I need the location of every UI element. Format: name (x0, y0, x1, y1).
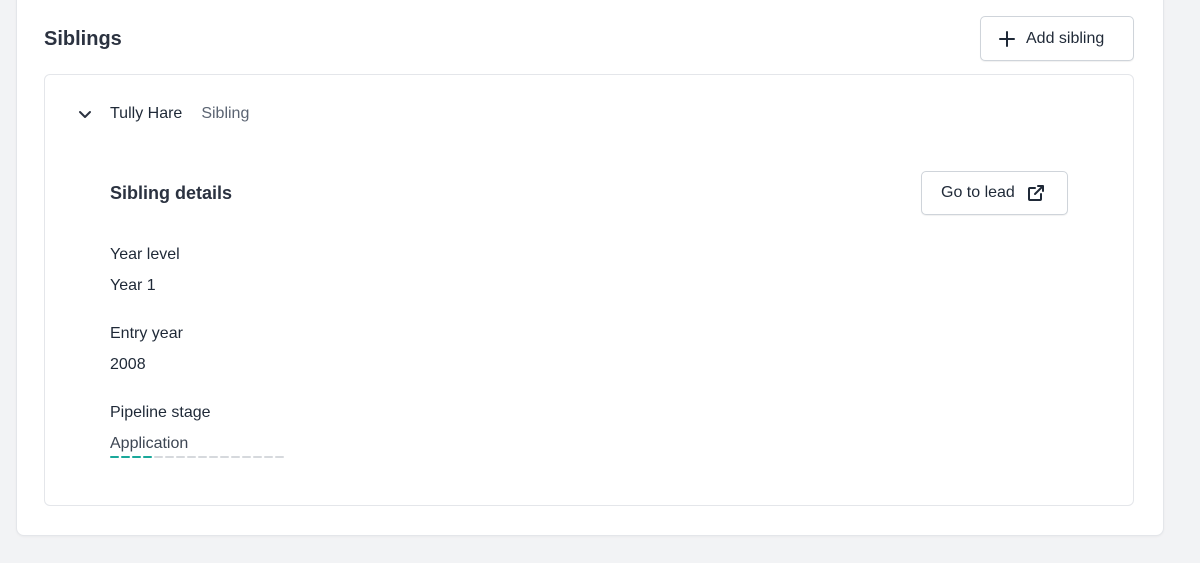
pipeline-progress-segment (176, 456, 185, 458)
pipeline-stage-label: Pipeline stage (110, 404, 211, 421)
sibling-relation: Sibling (201, 105, 250, 122)
pipeline-progress-segment (154, 456, 163, 458)
go-to-lead-button[interactable]: Go to lead (921, 171, 1068, 215)
pipeline-stage-value: Application (110, 435, 189, 452)
sibling-details-title: Sibling details (110, 183, 233, 203)
pipeline-progress-segment (220, 456, 229, 458)
sibling-toggle[interactable]: Tully Hare Sibling (76, 101, 249, 127)
pipeline-progress-segment (209, 456, 218, 458)
pipeline-progress-segment (198, 456, 207, 458)
plus-icon (998, 30, 1016, 48)
pipeline-progress-segment (253, 456, 262, 458)
sibling-name: Tully Hare (110, 105, 183, 122)
entry-year-label: Entry year (110, 325, 183, 342)
year-level-label: Year level (110, 246, 180, 263)
add-sibling-label: Add sibling (1026, 29, 1105, 47)
chevron-down-icon[interactable] (76, 105, 94, 123)
external-link-icon (1027, 184, 1045, 202)
pipeline-progress-segment (132, 456, 141, 458)
pipeline-progress-bar (110, 456, 284, 458)
pipeline-progress-segment (121, 456, 130, 458)
year-level-value: Year 1 (110, 277, 156, 294)
pipeline-progress-segment (187, 456, 196, 458)
pipeline-progress-segment (231, 456, 240, 458)
section-title: Siblings (44, 28, 122, 50)
pipeline-progress-segment (110, 456, 119, 458)
sibling-panel (44, 74, 1134, 506)
pipeline-progress-segment (143, 456, 152, 458)
pipeline-progress-segment (275, 456, 284, 458)
go-to-lead-label: Go to lead (941, 184, 1015, 201)
entry-year-value: 2008 (110, 356, 146, 373)
pipeline-progress-segment (264, 456, 273, 458)
pipeline-progress-segment (242, 456, 251, 458)
pipeline-progress-segment (165, 456, 174, 458)
add-sibling-button[interactable]: Add sibling (980, 16, 1134, 61)
